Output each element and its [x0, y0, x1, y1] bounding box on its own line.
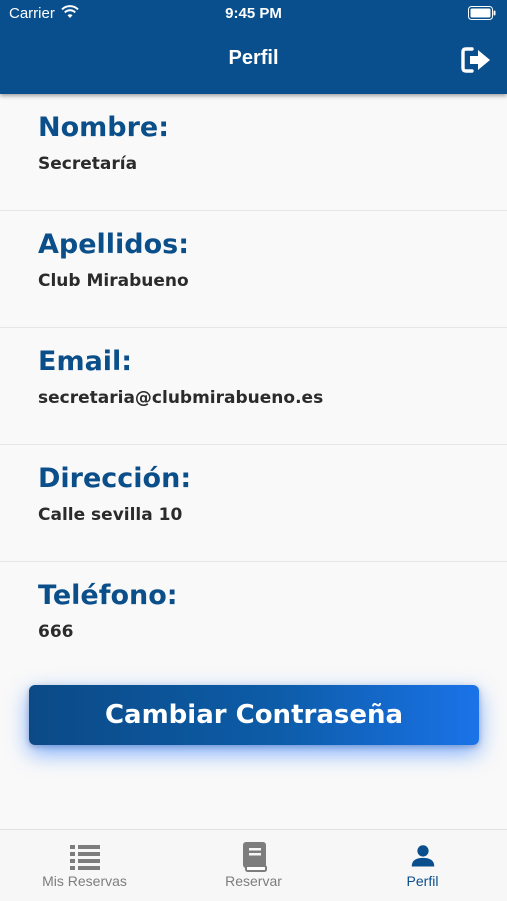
battery-icon: [468, 6, 496, 20]
book-icon: [243, 842, 267, 872]
field-label: Teléfono:: [38, 580, 178, 611]
status-bar: Carrier 9:45 PM: [0, 0, 507, 28]
tab-bar: Mis Reservas Reservar Perfil: [0, 829, 507, 901]
person-icon: [411, 845, 435, 867]
list-icon: [70, 845, 100, 870]
field-label: Dirección:: [38, 463, 192, 494]
change-password-button[interactable]: Cambiar Contraseña: [29, 685, 479, 745]
tab-mis-reservas[interactable]: Mis Reservas: [0, 830, 169, 901]
field-apellidos: Apellidos: Club Mirabueno: [0, 211, 507, 328]
tab-perfil[interactable]: Perfil: [338, 830, 507, 901]
field-direccion: Dirección: Calle sevilla 10: [0, 445, 507, 562]
status-time: 9:45 PM: [225, 5, 282, 22]
page-title: Perfil: [228, 47, 279, 69]
field-value: Secretaría: [38, 154, 138, 174]
field-label: Email:: [38, 346, 133, 377]
field-nombre: Nombre: Secretaría: [0, 94, 507, 211]
field-value: secretaria@clubmirabueno.es: [38, 388, 324, 408]
field-value: 666: [38, 622, 74, 642]
field-label: Nombre:: [38, 112, 170, 143]
field-value: Club Mirabueno: [38, 271, 189, 291]
tab-label: Mis Reservas: [42, 873, 127, 889]
field-value: Calle sevilla 10: [38, 505, 183, 525]
field-telefono: Teléfono: 666: [0, 562, 507, 679]
logout-icon[interactable]: [461, 46, 493, 74]
tab-reservar[interactable]: Reservar: [169, 830, 338, 901]
field-label: Apellidos:: [38, 229, 190, 260]
top-navigation-bar: Carrier 9:45 PM Perfil: [0, 0, 507, 94]
tab-label: Reservar: [225, 873, 282, 889]
field-email: Email: secretaria@clubmirabueno.es: [0, 328, 507, 445]
tab-label: Perfil: [406, 873, 439, 889]
